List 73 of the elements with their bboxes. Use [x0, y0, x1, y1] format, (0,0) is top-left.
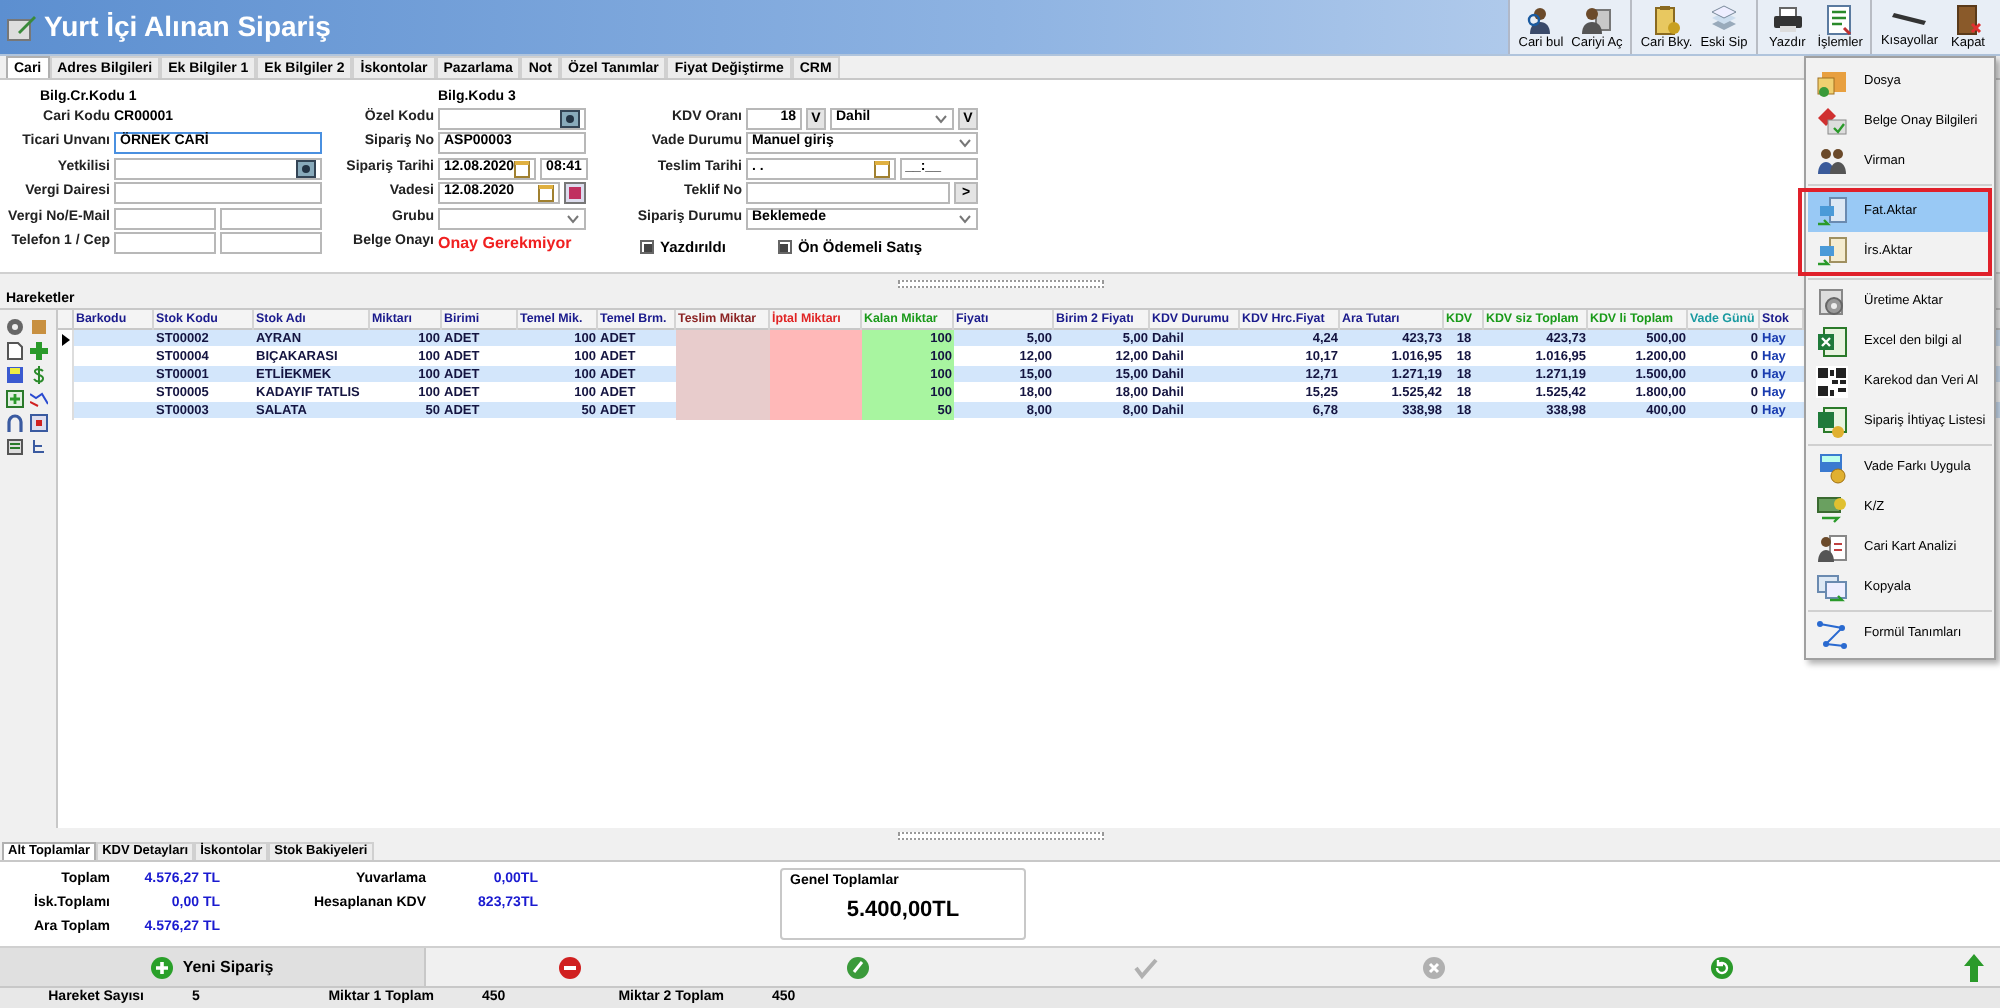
tree-icon[interactable] [30, 438, 48, 456]
chart-icon[interactable] [30, 390, 48, 408]
approval-status: Onay Gerekmiyor [438, 231, 572, 255]
dollar-icon[interactable] [30, 366, 48, 384]
person-icon [1580, 3, 1613, 35]
gear-icon [1816, 286, 1848, 318]
lookup-field[interactable] [438, 107, 586, 129]
dropdown-caret-icon[interactable] [934, 113, 948, 123]
minus-icon [558, 955, 582, 979]
printer-icon [1771, 3, 1804, 35]
input-field[interactable] [220, 232, 322, 254]
calculator-coins-icon [1816, 452, 1848, 484]
checkbox[interactable] [777, 240, 792, 255]
lookup-icon[interactable] [560, 109, 580, 127]
calendar-icon[interactable] [514, 159, 531, 177]
door-exit-icon [1952, 3, 1984, 35]
list-icon[interactable] [6, 438, 24, 456]
input-field[interactable] [114, 182, 322, 204]
magnet-icon[interactable] [6, 414, 24, 432]
table-cell [770, 402, 862, 420]
input-field[interactable] [220, 207, 322, 229]
dropdown[interactable] [438, 207, 586, 229]
image-icon[interactable] [30, 414, 48, 432]
dropdown-caret-icon[interactable] [566, 213, 580, 223]
input-field[interactable] [114, 207, 216, 229]
person-report-icon [1816, 532, 1848, 564]
plus-icon [150, 955, 175, 979]
window-title: Yurt İçi Alınan Sipariş [44, 8, 331, 46]
up-arrow-icon [1964, 953, 1984, 981]
gear-icon[interactable] [6, 318, 24, 336]
copy-icon [1816, 572, 1848, 604]
add-document-icon[interactable] [6, 390, 24, 408]
money-icon [1816, 492, 1848, 524]
folder-icon [1816, 66, 1848, 98]
lookup-field[interactable] [114, 157, 322, 179]
calendar-icon[interactable] [873, 159, 890, 177]
plus-icon[interactable] [30, 342, 48, 360]
document-list-icon [1824, 3, 1857, 35]
dropdown-caret-icon[interactable] [958, 213, 972, 223]
checkmark-icon [1134, 955, 1158, 979]
table-cell [676, 330, 770, 348]
splitter-handle[interactable] [897, 279, 1103, 287]
input-field[interactable] [114, 232, 216, 254]
qr-code-icon [1816, 366, 1848, 398]
calendar-icon[interactable] [538, 184, 554, 202]
document-transfer-icon [1816, 236, 1848, 268]
spreadsheet-icon [1816, 326, 1848, 358]
calendar-icon[interactable] [564, 182, 586, 204]
document-approval-icon [1816, 106, 1848, 138]
document-icon[interactable] [6, 342, 24, 360]
keyboard-icon [1891, 12, 1928, 26]
document-transfer-icon [1816, 196, 1848, 228]
lookup-icon[interactable] [296, 159, 316, 177]
splitter-handle[interactable] [897, 831, 1103, 839]
clipboard-icon [1650, 3, 1683, 35]
close-icon [1422, 955, 1446, 979]
grand-total-value: 5.400,00TL [846, 895, 960, 925]
floppy-icon[interactable] [6, 366, 24, 384]
spreadsheet-icon [1816, 406, 1848, 438]
dropdown-caret-icon[interactable] [958, 138, 972, 148]
new-order-button[interactable]: Yeni Sipariş [0, 948, 426, 986]
edit-icon [846, 955, 870, 979]
row-header[interactable] [58, 330, 74, 348]
network-icon [1816, 618, 1848, 650]
checkbox[interactable] [640, 240, 654, 255]
table-cell [770, 330, 862, 348]
people-icon [1816, 146, 1848, 178]
box-icon[interactable] [30, 318, 48, 336]
row-indicator-icon [61, 333, 69, 345]
refresh-icon [1710, 955, 1734, 979]
table-cell [676, 402, 770, 420]
document-pen-icon [6, 13, 38, 41]
input-field[interactable] [746, 182, 950, 204]
